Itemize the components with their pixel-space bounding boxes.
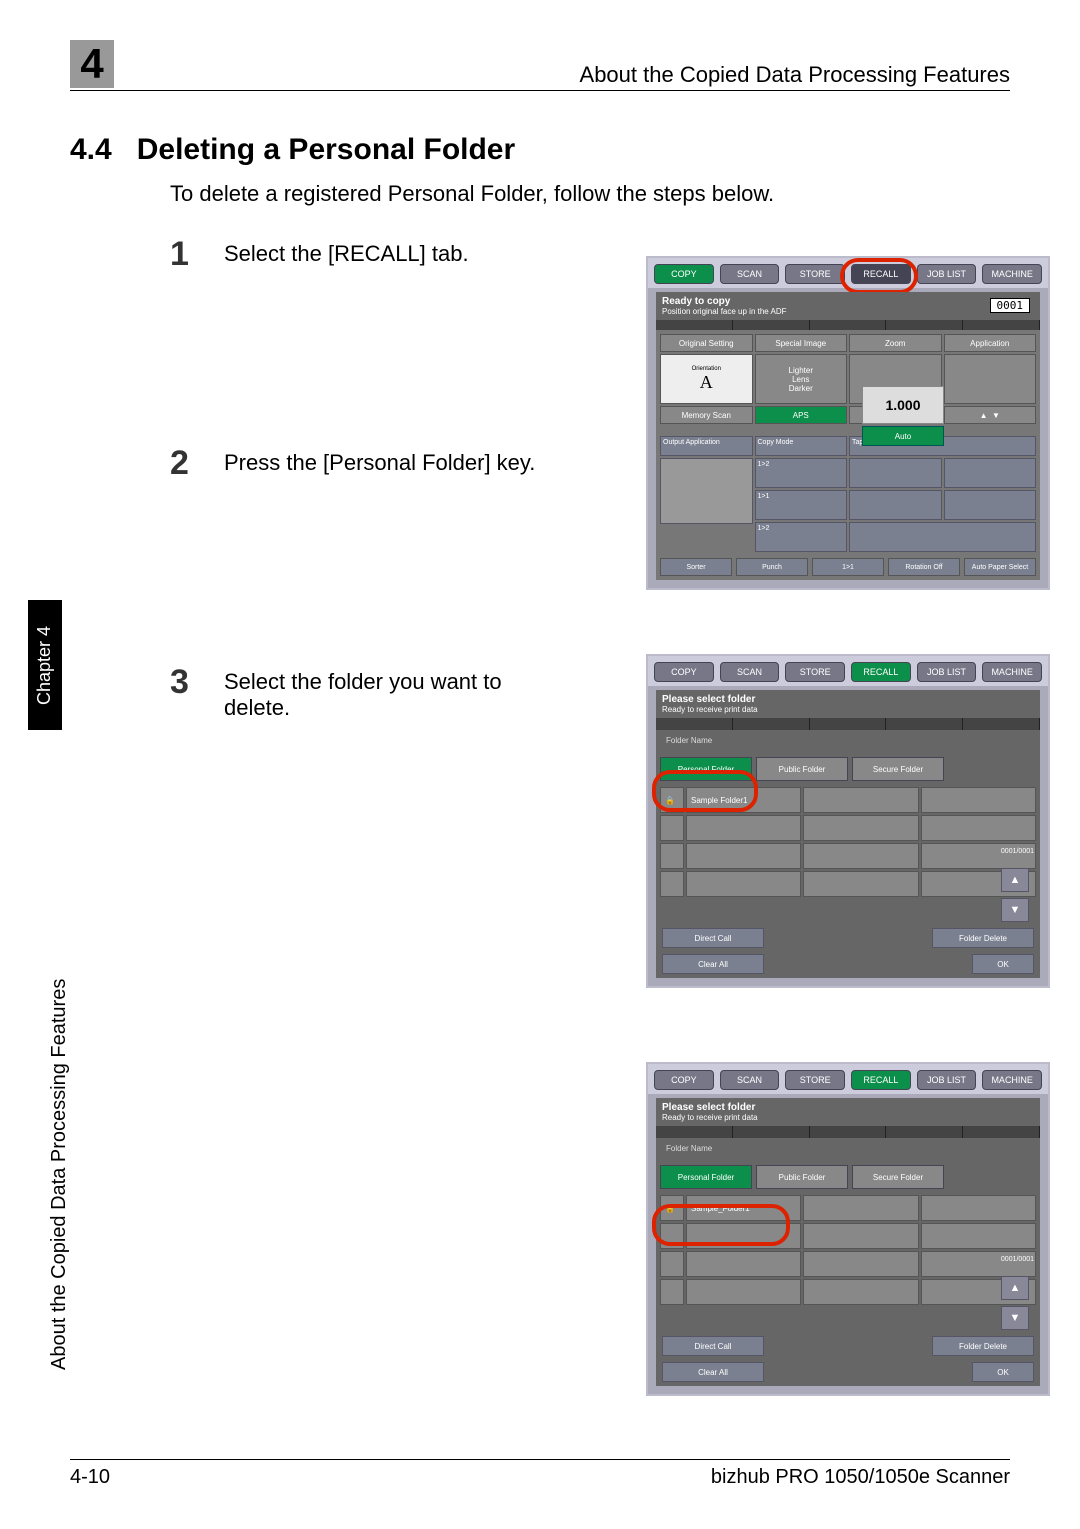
mode-val[interactable]: 1>1 [755,490,848,520]
screenshot-3: COPY SCAN STORE RECALL JOB LIST MACHINE … [646,1062,1050,1396]
page-number: 4-10 [70,1466,110,1489]
rotation-button[interactable]: Rotation Off [888,558,960,576]
folder-cell[interactable] [921,787,1036,813]
tray-btn[interactable] [849,490,942,520]
folder-delete-button[interactable]: Folder Delete [932,928,1034,948]
tab-store[interactable]: STORE [785,1070,845,1090]
tab-scan[interactable]: SCAN [720,264,780,284]
label-zoom: Zoom [849,334,942,352]
tray-btn[interactable] [944,490,1037,520]
ready-text: Ready to copy [662,296,730,307]
folder-delete-button[interactable]: Folder Delete [932,1336,1034,1356]
tab-store[interactable]: STORE [785,662,845,682]
up-arrow[interactable]: ▲ [1001,868,1029,892]
step-text: Select the [RECALL] tab. [224,241,469,267]
tab-recall[interactable]: RECALL [851,662,911,682]
tab-joblist[interactable]: JOB LIST [917,1070,977,1090]
tray-btn[interactable] [849,458,942,488]
tab-joblist[interactable]: JOB LIST [917,264,977,284]
output-icon[interactable] [660,458,753,524]
tab-scan[interactable]: SCAN [720,1070,780,1090]
section-heading: 4.4 Deleting a Personal Folder [70,133,1010,167]
tab-copy[interactable]: COPY [654,1070,714,1090]
sub-text: Ready to receive print data [662,705,1034,714]
folder-cell[interactable] [803,1195,918,1221]
aps-button[interactable]: APS [755,406,848,424]
ok-button[interactable]: OK [972,954,1034,974]
tab-copy[interactable]: COPY [654,662,714,682]
header-title: About the Copied Data Processing Feature… [580,62,1010,88]
secure-folder-tab[interactable]: Secure Folder [852,1165,944,1189]
label-application: Application [944,334,1037,352]
counter: 0001 [990,298,1031,313]
page-label: 0001/0001 [1001,840,1034,862]
clear-all-button[interactable]: Clear All [662,954,764,974]
screenshot-2: COPY SCAN STORE RECALL JOB LIST MACHINE … [646,654,1050,988]
step-number: 1 [170,235,224,274]
page-label: 0001/0001 [1001,1248,1034,1270]
screenshot-1: COPY SCAN STORE RECALL JOB LIST MACHINE … [646,256,1050,590]
intro-text: To delete a registered Personal Folder, … [170,181,1010,207]
sub-text: Ready to receive print data [662,1113,1034,1122]
density-cell[interactable]: LighterLensDarker [755,354,848,404]
orientation-cell[interactable]: OrientationA [660,354,753,404]
product-name: bizhub PRO 1050/1050e Scanner [711,1466,1010,1489]
step-text: Press the [Personal Folder] key. [224,450,535,476]
highlight-circle [840,258,918,294]
highlight-circle [652,770,758,812]
tab-joblist[interactable]: JOB LIST [917,662,977,682]
arrows-cell[interactable]: ▲ ▼ [944,406,1037,424]
tab-store[interactable]: STORE [785,264,845,284]
select-folder-title: Please select folder [662,694,755,705]
direct-call-button[interactable]: Direct Call [662,1336,764,1356]
folder-cell[interactable] [803,787,918,813]
clear-all-button[interactable]: Clear All [662,1362,764,1382]
autopaper-button[interactable]: Auto Paper Select [964,558,1036,576]
low-label: Copy Mode [755,436,848,456]
step-text: Select the folder you want to delete. [224,669,544,721]
simplex-button[interactable]: 1>1 [812,558,884,576]
down-arrow[interactable]: ▼ [1001,898,1029,922]
folder-name-label: Folder Name [656,1138,1040,1159]
folder-name-label: Folder Name [656,730,1040,751]
low-label: Output Application [660,436,753,456]
down-arrow[interactable]: ▼ [1001,1306,1029,1330]
chapter-side-tab: Chapter 4 [28,600,62,730]
tray-btn[interactable] [849,522,1036,552]
personal-folder-tab[interactable]: Personal Folder [660,1165,752,1189]
auto-button[interactable]: Auto [862,426,944,446]
tab-recall[interactable]: RECALL [851,1070,911,1090]
punch-button[interactable]: Punch [736,558,808,576]
step-number: 2 [170,444,224,483]
memory-scan[interactable]: Memory Scan [660,406,753,424]
tab-copy[interactable]: COPY [654,264,714,284]
mode-val[interactable]: 1>2 [755,522,848,552]
folder-cell[interactable] [921,1195,1036,1221]
tab-machine[interactable]: MACHINE [982,1070,1042,1090]
mode-val[interactable]: 1>2 [755,458,848,488]
step-number: 3 [170,663,224,702]
public-folder-tab[interactable]: Public Folder [756,1165,848,1189]
app-cell[interactable] [944,354,1037,404]
tab-machine[interactable]: MACHINE [982,662,1042,682]
highlight-circle [652,1204,790,1246]
secure-folder-tab[interactable]: Secure Folder [852,757,944,781]
label-original: Original Setting [660,334,753,352]
label-special: Special Image [755,334,848,352]
side-text: About the Copied Data Processing Feature… [48,979,71,1370]
ready-sub: Position original face up in the ADF [662,307,1034,316]
direct-call-button[interactable]: Direct Call [662,928,764,948]
sorter-button[interactable]: Sorter [660,558,732,576]
tab-scan[interactable]: SCAN [720,662,780,682]
tab-machine[interactable]: MACHINE [982,264,1042,284]
tray-btn[interactable] [944,458,1037,488]
public-folder-tab[interactable]: Public Folder [756,757,848,781]
folder-cell[interactable] [660,815,684,841]
select-folder-title: Please select folder [662,1102,755,1113]
ok-button[interactable]: OK [972,1362,1034,1382]
chapter-badge: 4 [70,40,114,88]
up-arrow[interactable]: ▲ [1001,1276,1029,1300]
zoom-value: 1.000 [862,386,944,424]
